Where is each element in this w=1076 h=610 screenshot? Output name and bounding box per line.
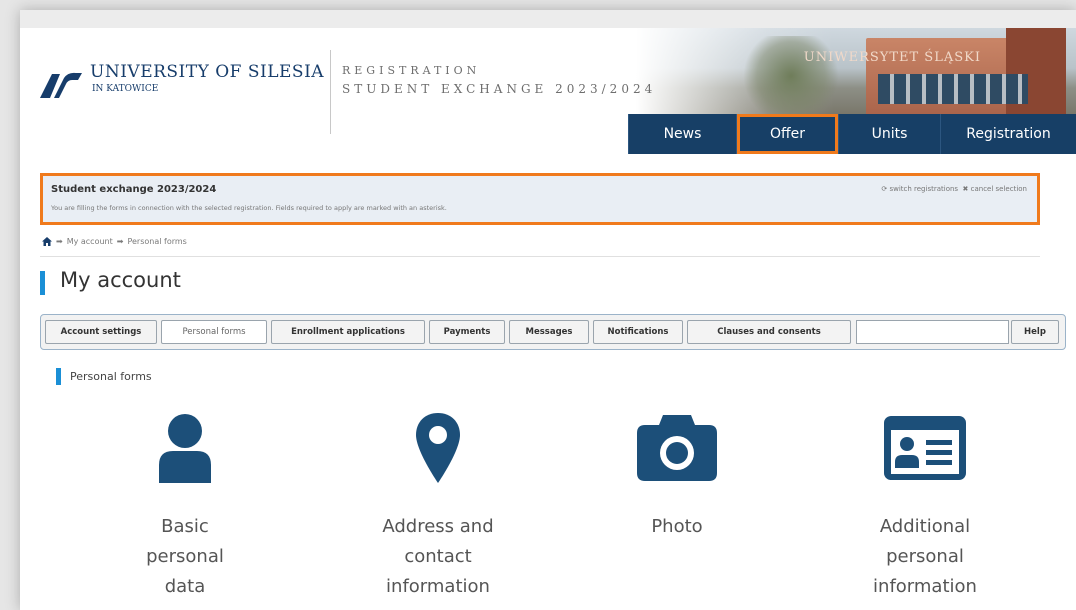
tab-account-settings[interactable]: Account settings	[45, 320, 157, 344]
top-band	[20, 10, 1076, 28]
header-divider	[330, 50, 331, 134]
registration-name: STUDENT EXCHANGE 2023/2024	[342, 82, 657, 96]
university-subtitle: IN KATOWICE	[92, 84, 159, 94]
section-accent-bar	[56, 368, 61, 385]
tab-personal-forms[interactable]: Personal forms	[161, 320, 267, 344]
cancel-selection-link[interactable]: cancel selection	[971, 185, 1027, 193]
tab-notifications[interactable]: Notifications	[593, 320, 683, 344]
form-card-label: Additional personal information	[815, 512, 1035, 602]
form-card-label-line: personal	[886, 546, 964, 567]
breadcrumb-divider	[40, 256, 1040, 257]
form-card-label: Photo	[567, 512, 787, 542]
account-tabs: Account settings Personal forms Enrollme…	[40, 314, 1066, 350]
tab-help[interactable]: Help	[1011, 320, 1059, 344]
tab-clauses-and-consents[interactable]: Clauses and consents	[687, 320, 851, 344]
university-logo-icon[interactable]	[38, 70, 84, 100]
tab-payments[interactable]: Payments	[429, 320, 505, 344]
form-card-label-line: contact	[404, 546, 472, 567]
photo-tree	[736, 36, 846, 116]
form-card-label-line: Basic	[161, 516, 209, 537]
close-icon[interactable]: ✖	[963, 185, 969, 193]
form-card-address-and-contact[interactable]: Address and contact information	[328, 408, 548, 602]
breadcrumb: ➡ My account ➡ Personal forms	[42, 237, 187, 246]
map-marker-icon	[416, 413, 460, 483]
form-card-additional-personal-information[interactable]: Additional personal information	[815, 408, 1035, 602]
photo-sign: UNIWERSYTET ŚLĄSKI	[803, 50, 981, 65]
page-title: My account	[60, 268, 181, 292]
photo-windows	[878, 74, 1028, 104]
registration-banner: Student exchange 2023/2024 You are filli…	[40, 173, 1040, 225]
tab-enrollment-applications[interactable]: Enrollment applications	[271, 320, 425, 344]
nav-registration[interactable]: Registration	[940, 114, 1076, 154]
switch-registrations-link[interactable]: switch registrations	[889, 185, 958, 193]
tabs-filler	[856, 320, 1009, 344]
breadcrumb-personal-forms[interactable]: Personal forms	[127, 237, 186, 246]
nav-offer[interactable]: Offer	[736, 114, 838, 154]
section-title: Personal forms	[70, 370, 152, 383]
header-photo: UNIWERSYTET ŚLĄSKI	[636, 28, 1076, 128]
banner-title: Student exchange 2023/2024	[51, 184, 217, 195]
banner-links: ⟳ switch registrations ✖ cancel selectio…	[881, 185, 1027, 193]
banner-description: You are filling the forms in connection …	[51, 204, 447, 212]
id-card-icon	[884, 416, 966, 480]
form-card-label: Address and contact information	[328, 512, 548, 602]
form-card-label-line: data	[164, 576, 206, 597]
browser-frame: UNIWERSYTET ŚLĄSKI UNIVERSITY OF SILESIA…	[20, 10, 1076, 610]
breadcrumb-my-account[interactable]: My account	[67, 237, 113, 246]
breadcrumb-arrow-icon: ➡	[116, 237, 124, 246]
refresh-icon[interactable]: ⟳	[881, 185, 887, 193]
breadcrumb-arrow-icon: ➡	[56, 237, 63, 246]
form-card-label-line: Additional	[879, 516, 971, 537]
user-icon	[159, 414, 211, 483]
university-name[interactable]: UNIVERSITY OF SILESIA	[90, 62, 324, 82]
tab-messages[interactable]: Messages	[509, 320, 589, 344]
main-nav: News Offer Units Registration	[628, 114, 1076, 154]
form-card-label: Basic personal data	[75, 512, 295, 602]
form-card-label-line: Photo	[651, 516, 703, 537]
form-card-label-line: information	[386, 576, 490, 597]
form-card-photo[interactable]: Photo	[567, 408, 787, 542]
form-card-label-line: information	[873, 576, 977, 597]
form-card-basic-personal-data[interactable]: Basic personal data	[75, 408, 295, 602]
camera-icon	[637, 415, 717, 481]
nav-news[interactable]: News	[628, 114, 736, 154]
form-card-label-line: personal	[146, 546, 224, 567]
form-card-label-line: Address and	[382, 516, 494, 537]
title-accent-bar	[40, 271, 45, 295]
registration-label: REGISTRATION	[342, 64, 481, 77]
nav-units[interactable]: Units	[838, 114, 940, 154]
home-icon[interactable]	[42, 237, 52, 246]
